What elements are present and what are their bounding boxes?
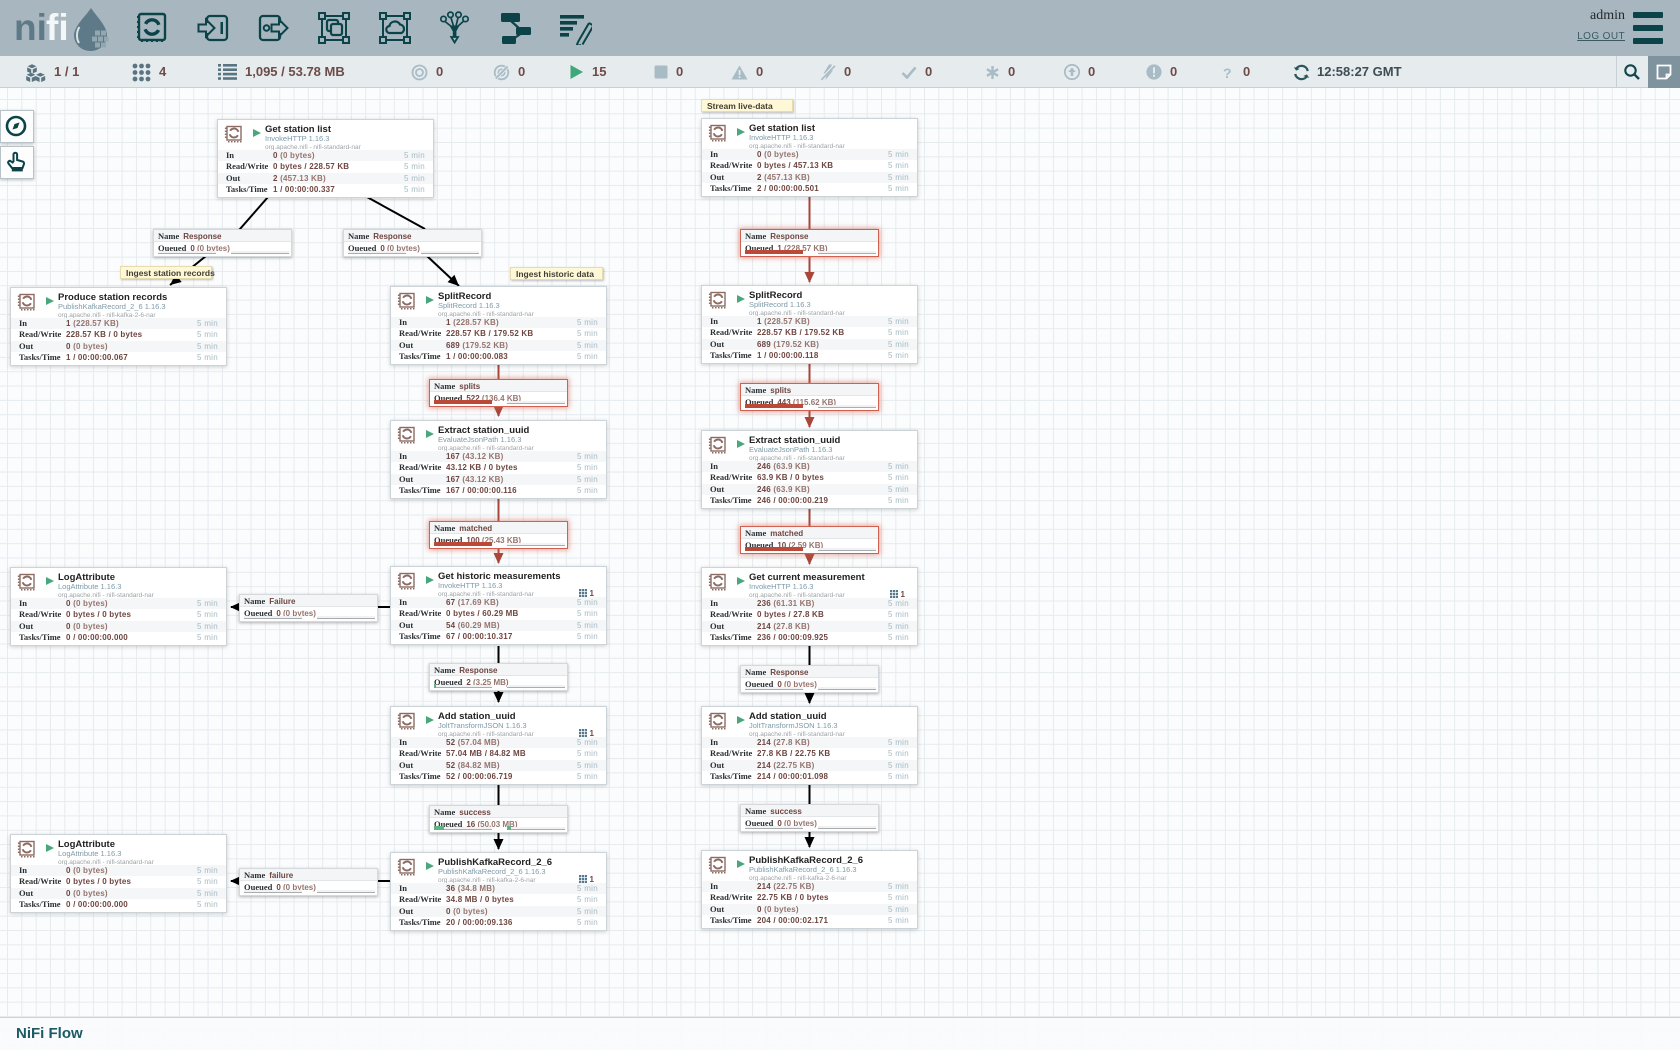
svg-text:ni: ni (14, 7, 47, 48)
svg-text:fi: fi (46, 7, 69, 48)
svg-text:?: ? (1223, 65, 1232, 80)
